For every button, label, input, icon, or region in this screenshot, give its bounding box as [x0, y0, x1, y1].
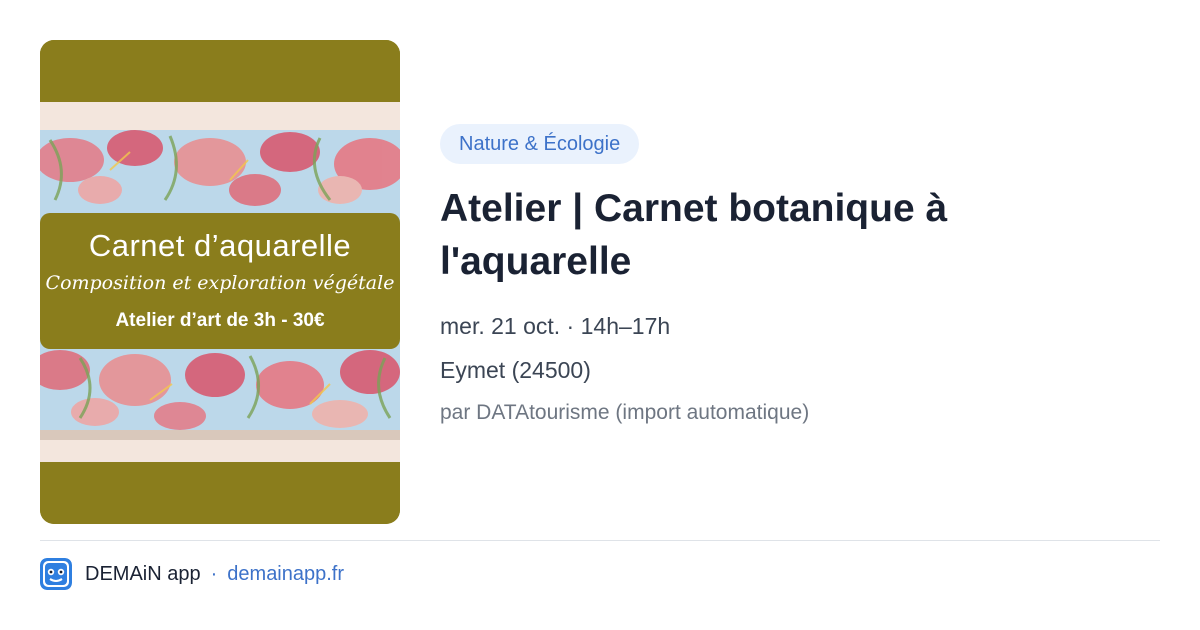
event-date: mer. 21 oct. · 14h–17h: [440, 313, 671, 339]
event-source: par DATAtourisme (import automatique): [440, 401, 810, 424]
divider: [40, 540, 1160, 541]
event-title[interactable]: Atelier | Carnet botanique à l'aquarelle: [440, 182, 1140, 288]
app-website-link[interactable]: demainapp.fr: [227, 563, 344, 586]
image-title: Carnet d’aquarelle: [88, 228, 352, 263]
event-location: Eymet (24500): [440, 357, 591, 383]
image-price-line: Atelier d’art de 3h - 30€: [115, 310, 325, 331]
category-badge[interactable]: Nature & Écologie: [440, 124, 640, 164]
footer-separator: ·: [210, 562, 218, 585]
app-name: DEMAiN app: [85, 562, 201, 585]
image-subtitle: Composition et exploration végétale: [45, 272, 395, 294]
footer: DEMAiN app · demainapp.fr: [40, 558, 344, 590]
event-preview-card[interactable]: Carnet d’aquarelle Composition et explor…: [0, 0, 1200, 630]
event-image[interactable]: Carnet d’aquarelle Composition et explor…: [40, 40, 400, 524]
demain-app-logo-icon: [40, 558, 72, 590]
